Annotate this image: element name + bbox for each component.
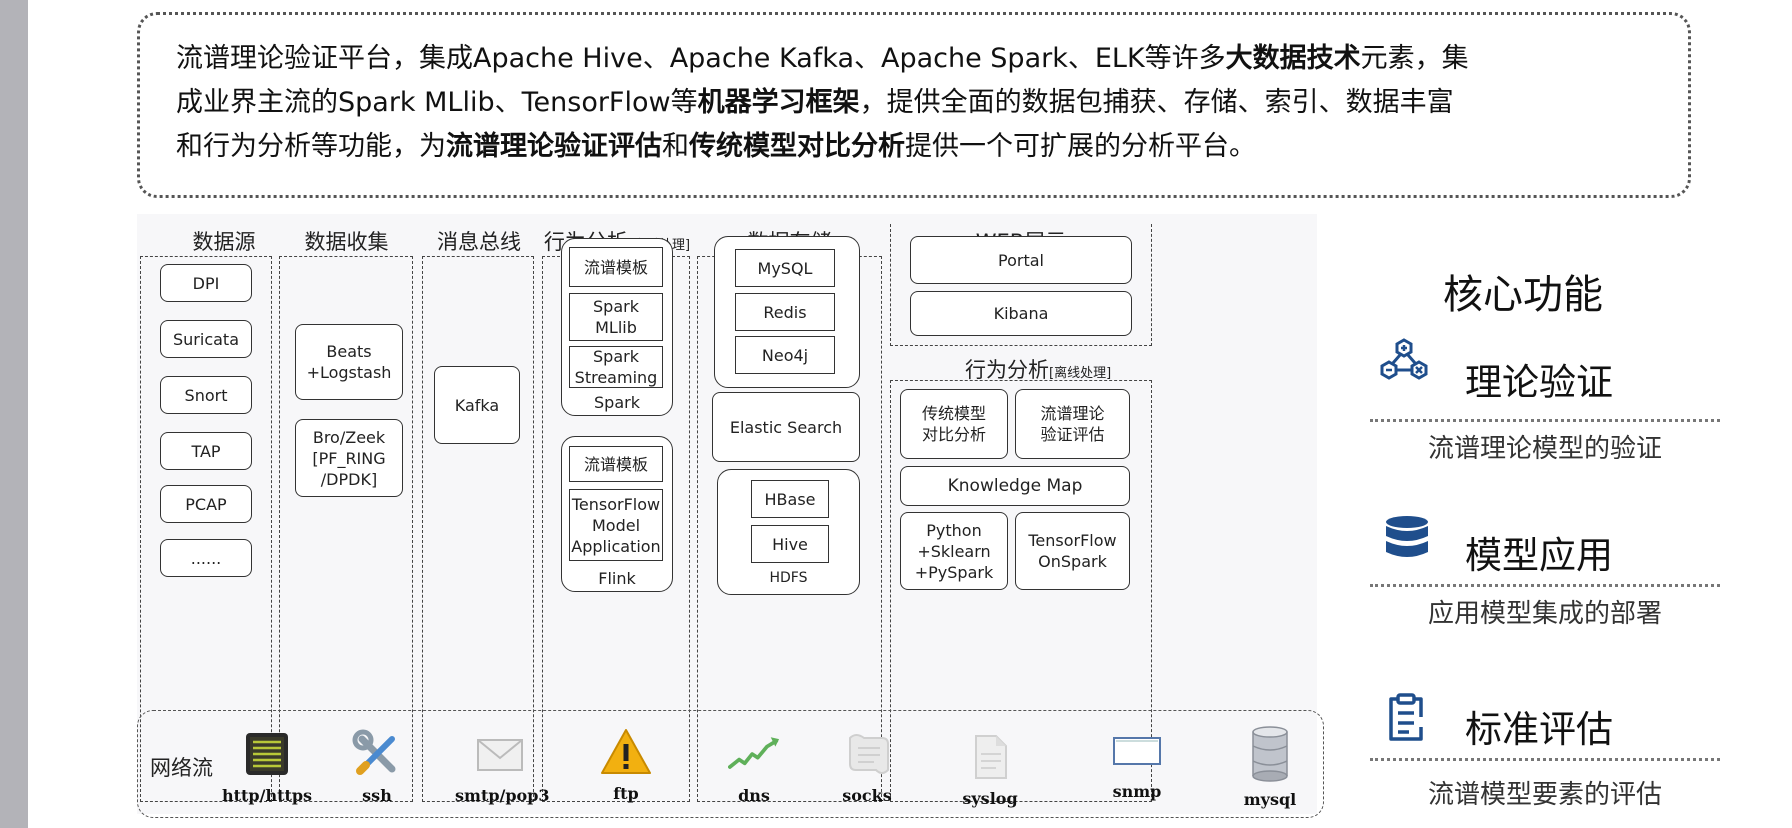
protocol-name-dns: dns <box>738 786 770 805</box>
envelope-icon <box>474 728 526 780</box>
bus-kafka: Kafka <box>434 366 520 444</box>
protocol-name-socks: socks <box>842 786 892 805</box>
protocol-syslog: syslog <box>945 731 1035 808</box>
clipboard-icon <box>1385 693 1429 749</box>
storage-hive: Hive <box>751 525 829 563</box>
offline-traditional-model: 传统模型 对比分析 <box>900 389 1008 459</box>
feature-name-standard-evaluation: 标准评估 <box>1465 708 1613 751</box>
intro-line-1: 流谱理论验证平台，集成Apache Hive、Apache Kafka、Apac… <box>176 43 1469 74</box>
protocol-name-smtp: smtp/pop3 <box>455 786 550 805</box>
network-flow-label: 网络流 <box>150 756 213 780</box>
wrench-screwdriver-icon <box>351 728 403 780</box>
network-nodes-icon <box>1377 336 1431 390</box>
feature-name-model-application: 模型应用 <box>1465 534 1613 577</box>
storage-mysql: MySQL <box>735 249 835 287</box>
source-suricata: Suricata <box>160 320 252 358</box>
hdfs-label: HDFS <box>769 570 808 586</box>
storage-elastic-search: Elastic Search <box>712 392 860 462</box>
column-title-bus: 消息总线 <box>437 230 521 254</box>
terminal-icon <box>241 728 293 780</box>
collector-bro-zeek: Bro/Zeek [PF_RING /DPDK] <box>295 419 403 497</box>
collector-beats-logstash: Beats +Logstash <box>295 324 403 400</box>
warning-icon <box>600 726 652 778</box>
feature-desc-standard-evaluation: 流谱模型要素的评估 <box>1428 780 1663 810</box>
storage-redis: Redis <box>735 293 835 331</box>
feature-divider-2 <box>1370 584 1720 587</box>
feature-divider-3 <box>1370 758 1720 761</box>
feature-desc-model-application: 应用模型集成的部署 <box>1428 599 1663 629</box>
protocol-name-snmp: snmp <box>1112 782 1162 801</box>
feature-desc-theory-validation: 流谱理论模型的验证 <box>1428 434 1663 464</box>
protocol-dns: dns <box>709 728 799 805</box>
intro-text-box: 流谱理论验证平台，集成Apache Hive、Apache Kafka、Apac… <box>137 12 1691 198</box>
column-title-sources: 数据源 <box>192 230 256 254</box>
offline-knowledge-map: Knowledge Map <box>900 466 1130 506</box>
source-dpi: DPI <box>160 264 252 302</box>
intro-line-3: 和行为分析等功能，为流谱理论验证评估和传统模型对比分析提供一个可扩展的分析平台。 <box>176 131 1256 162</box>
offline-tensorflow-onspark: TensorFlow OnSpark <box>1015 512 1130 590</box>
document-icon <box>964 731 1016 783</box>
database-stack-icon <box>1383 514 1431 566</box>
feature-name-theory-validation: 理论验证 <box>1465 361 1613 404</box>
web-portal: Portal <box>910 236 1132 284</box>
trend-chart-icon <box>728 728 780 780</box>
flink-template: 流谱模板 <box>569 446 663 482</box>
left-edge-bar <box>0 0 28 828</box>
feature-divider-1 <box>1370 419 1720 422</box>
source-tap: TAP <box>160 432 252 470</box>
protocol-name-ssh: ssh <box>362 786 392 805</box>
protocol-name-syslog: syslog <box>962 789 1018 808</box>
source-more: ...... <box>160 539 252 577</box>
protocol-name-mysql: mysql <box>1243 790 1297 809</box>
protocol-smtp: smtp/pop3 <box>455 728 550 805</box>
core-functions-title: 核心功能 <box>1443 272 1603 318</box>
protocol-http: http/https <box>222 728 312 805</box>
storage-neo4j: Neo4j <box>735 336 835 374</box>
spark-template: 流谱模板 <box>569 247 663 287</box>
spark-label: Spark <box>594 393 640 412</box>
protocol-socks: socks <box>822 728 912 805</box>
protocol-snmp: snmp <box>1092 724 1182 801</box>
storage-hbase: HBase <box>751 480 829 518</box>
column-title-collect: 数据收集 <box>304 230 389 254</box>
protocol-ssh: ssh <box>332 728 422 805</box>
protocol-name-http: http/https <box>222 786 313 805</box>
database-icon <box>1244 726 1296 782</box>
monitor-icon <box>1111 724 1163 776</box>
protocol-mysql: mysql <box>1225 726 1315 809</box>
spark-streaming: Spark Streaming <box>569 346 663 388</box>
web-kibana: Kibana <box>910 291 1132 336</box>
source-snort: Snort <box>160 376 252 414</box>
scroll-icon <box>841 728 893 780</box>
flink-label: Flink <box>598 569 636 588</box>
intro-line-2: 成业界主流的Spark MLlib、TensorFlow等机器学习框架，提供全面… <box>176 87 1454 118</box>
protocol-ftp: ftp <box>581 726 671 803</box>
spark-mllib: Spark MLlib <box>569 293 663 341</box>
flink-tensorflow-model: TensorFlow Model Application <box>569 489 663 561</box>
protocol-name-ftp: ftp <box>613 784 639 803</box>
offline-theory-eval: 流谱理论 验证评估 <box>1015 389 1130 459</box>
offline-python-sklearn: Python +Sklearn +PySpark <box>900 512 1008 590</box>
source-pcap: PCAP <box>160 485 252 523</box>
